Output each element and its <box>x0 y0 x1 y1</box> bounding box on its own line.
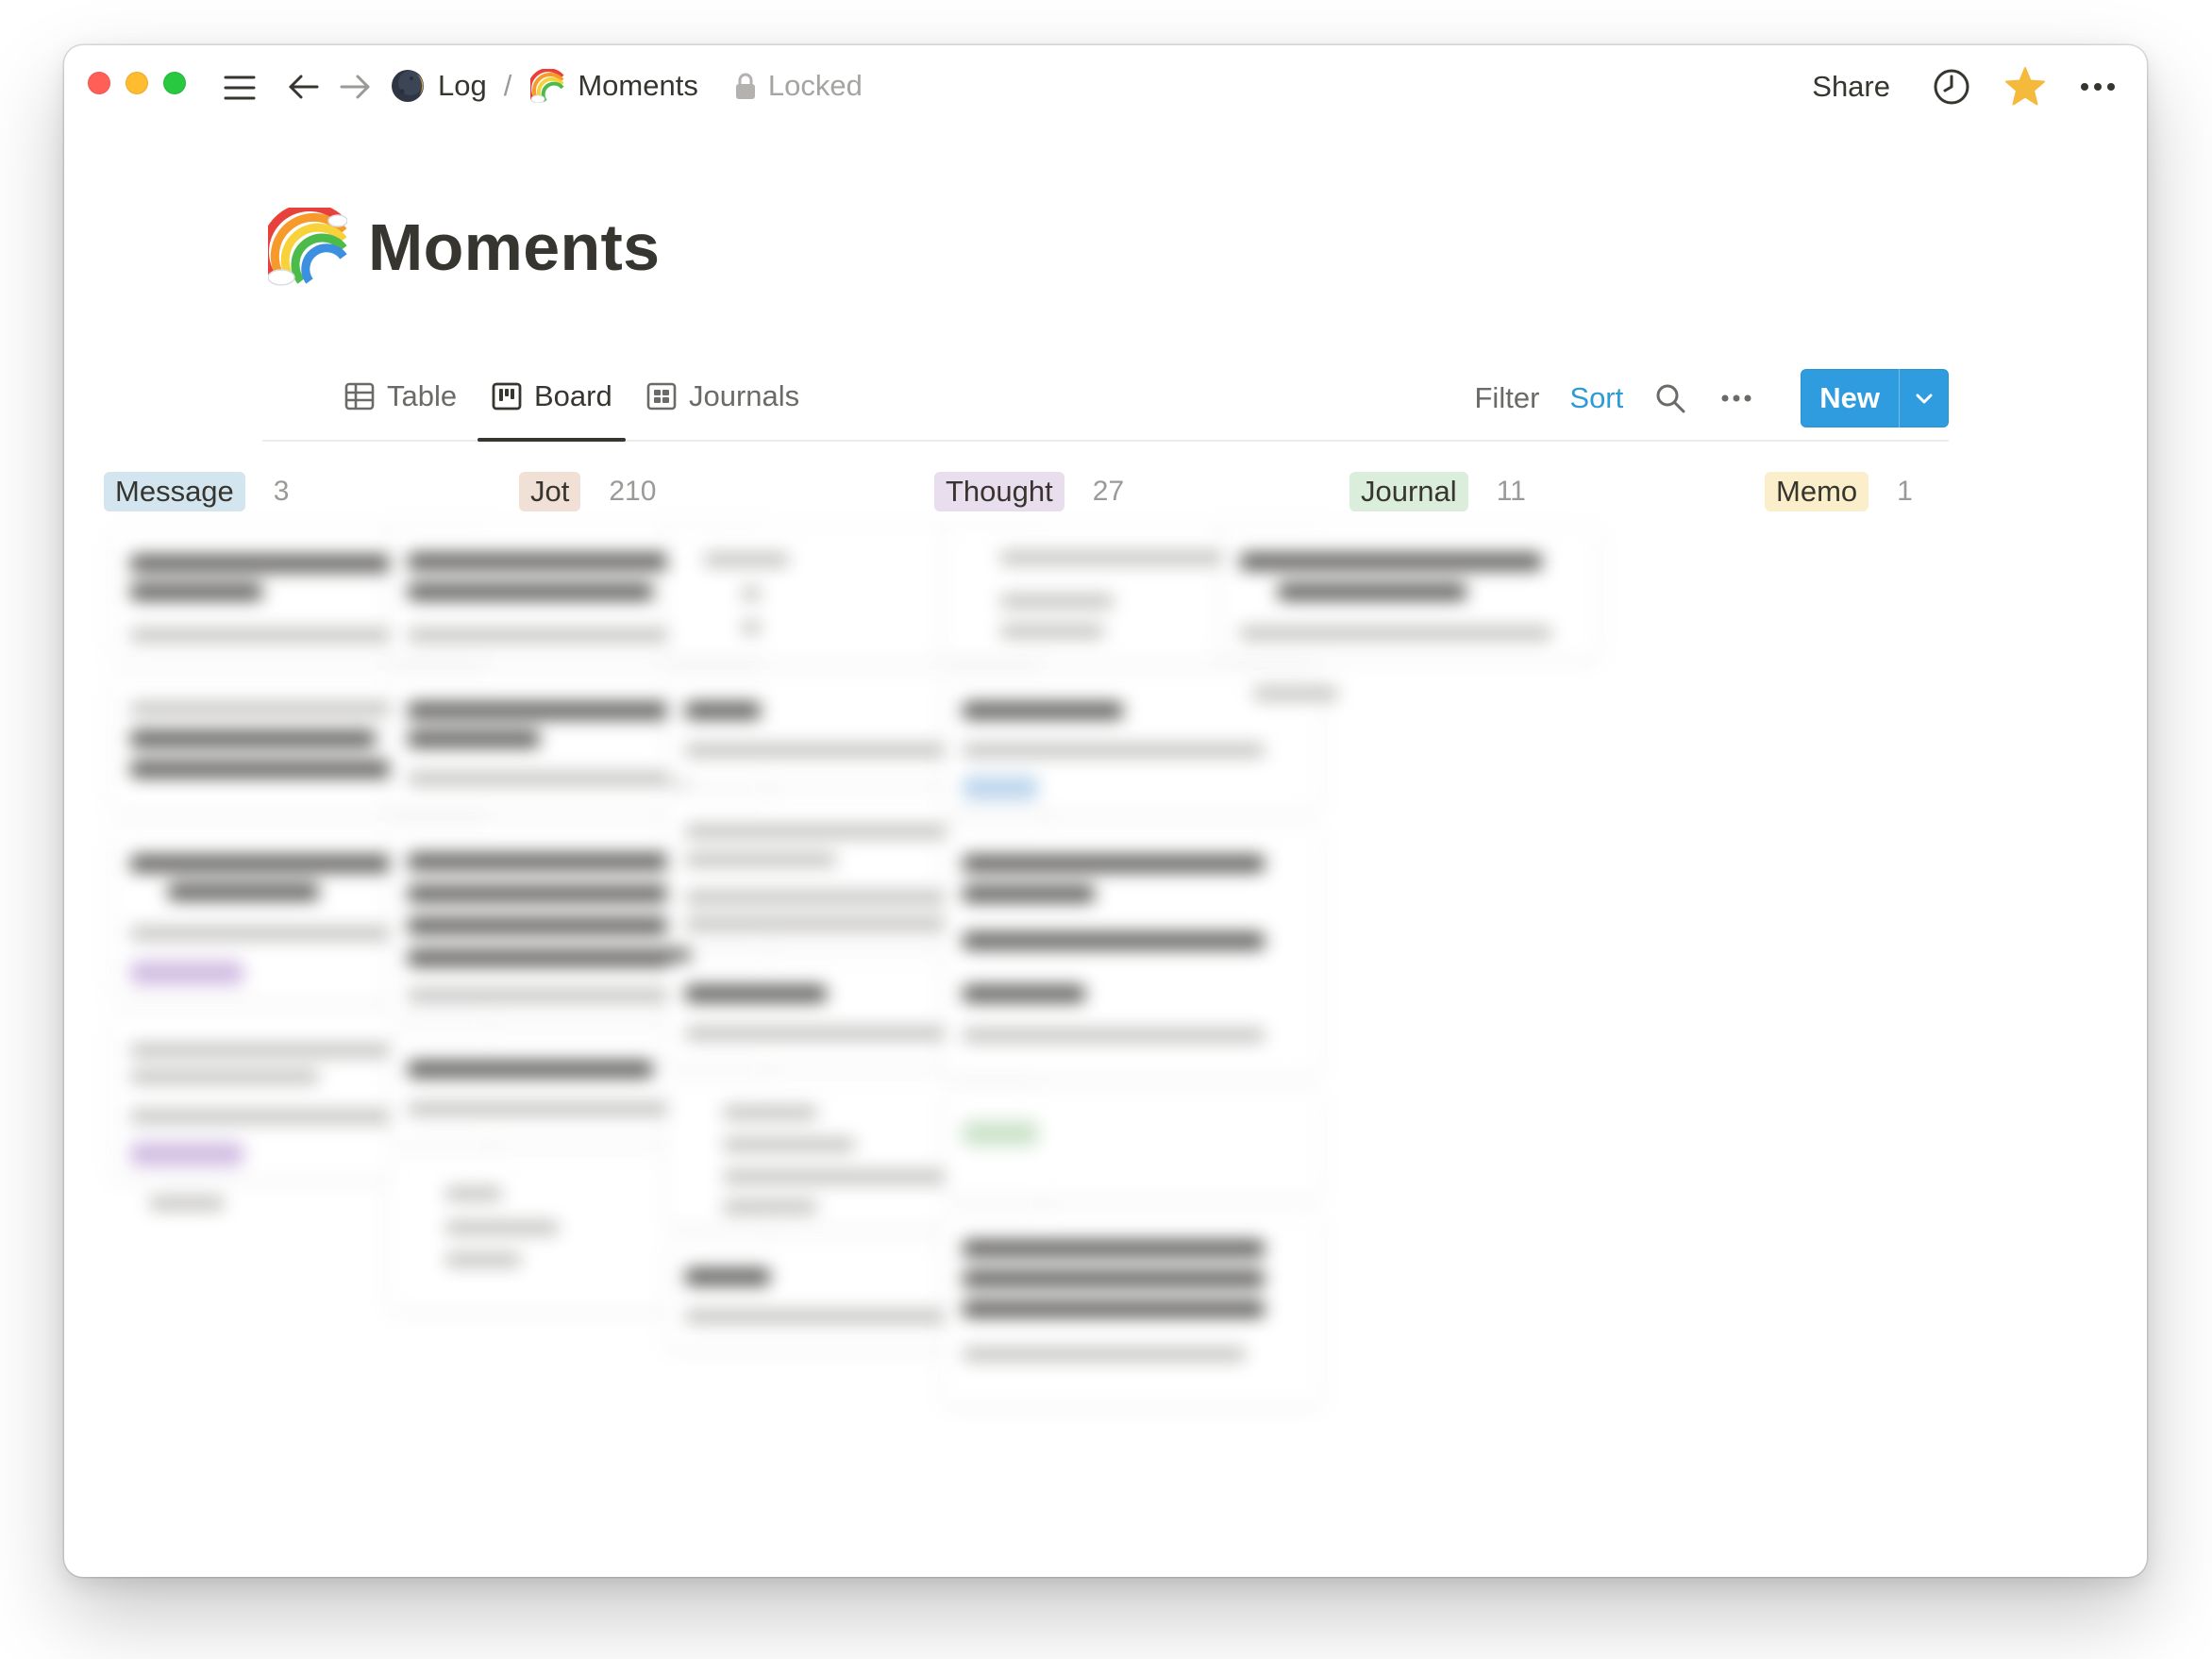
back-arrow-icon[interactable] <box>285 68 323 106</box>
page-header: Moments <box>268 208 660 287</box>
tab-label: Table <box>387 379 458 412</box>
column-count: 1 <box>1897 476 1913 507</box>
tab-journals[interactable]: Journals <box>645 368 799 425</box>
filter-button[interactable]: Filter <box>1475 381 1540 415</box>
database-toolbar: Filter Sort New <box>1475 368 1949 428</box>
column-tag: Thought <box>934 472 1064 511</box>
close-window-button[interactable] <box>88 72 110 94</box>
minimize-window-button[interactable] <box>126 72 148 94</box>
board-card[interactable] <box>944 1093 1321 1197</box>
title-bar: Log / Moments Locked Share <box>64 45 2147 125</box>
blurred-cards-area <box>111 508 2147 1574</box>
board-card[interactable] <box>944 1215 1321 1404</box>
breadcrumb-item-log[interactable]: Log <box>391 69 487 103</box>
new-options-button[interactable] <box>1899 369 1949 427</box>
breadcrumb-separator: / <box>503 69 512 102</box>
column-count: 210 <box>609 476 657 507</box>
app-window: Log / Moments Locked Share Moments Table… <box>64 45 2147 1577</box>
tab-label: Board <box>534 379 612 412</box>
lock-label: Locked <box>767 69 863 102</box>
column-tag: Memo <box>1765 472 1869 511</box>
page-title: Moments <box>368 210 661 284</box>
board-card[interactable] <box>944 829 1321 1074</box>
rainbow-icon <box>530 69 564 103</box>
sort-button[interactable]: Sort <box>1569 381 1623 415</box>
share-button[interactable]: Share <box>1812 70 1890 104</box>
rainbow-icon[interactable] <box>268 208 347 287</box>
column-tag: Jot <box>519 472 581 511</box>
tab-table[interactable]: Table <box>344 368 457 425</box>
tab-label: Journals <box>689 379 800 412</box>
clock-icon[interactable] <box>1932 67 1971 107</box>
board-card[interactable] <box>1221 527 1599 659</box>
new-button[interactable]: New <box>1801 369 1899 427</box>
more-options-icon[interactable] <box>1718 379 1755 417</box>
star-icon[interactable] <box>2003 65 2047 109</box>
search-icon[interactable] <box>1653 381 1687 415</box>
more-options-icon[interactable] <box>2077 66 2119 108</box>
new-button-group: New <box>1801 369 1949 427</box>
column-count: 27 <box>1092 476 1125 507</box>
lock-icon <box>735 73 755 99</box>
breadcrumb-item-moments[interactable]: Moments <box>530 69 698 103</box>
column-count: 11 <box>1496 476 1526 507</box>
column-count: 3 <box>273 476 290 507</box>
chevron-down-icon <box>1916 394 1933 404</box>
sidebar-menu-icon[interactable] <box>223 71 257 105</box>
tab-board[interactable]: Board <box>478 368 626 442</box>
zoom-window-button[interactable] <box>163 72 186 94</box>
column-tag: Message <box>104 472 245 511</box>
breadcrumb-label: Log <box>438 69 487 102</box>
window-controls <box>88 72 186 94</box>
board-icon <box>492 382 522 411</box>
table-icon <box>344 382 375 411</box>
topbar-actions: Share <box>1812 60 2147 113</box>
forward-arrow-icon[interactable] <box>336 68 374 106</box>
gallery-icon <box>646 382 677 411</box>
breadcrumb-label: Moments <box>578 69 698 102</box>
lock-status[interactable]: Locked <box>734 69 863 103</box>
view-tabs-bar: Table Board Journals Filter Sort New <box>262 353 1949 442</box>
breadcrumb: Log / Moments Locked <box>391 63 863 109</box>
new-moon-icon <box>392 70 424 102</box>
column-tag: Journal <box>1349 472 1468 511</box>
